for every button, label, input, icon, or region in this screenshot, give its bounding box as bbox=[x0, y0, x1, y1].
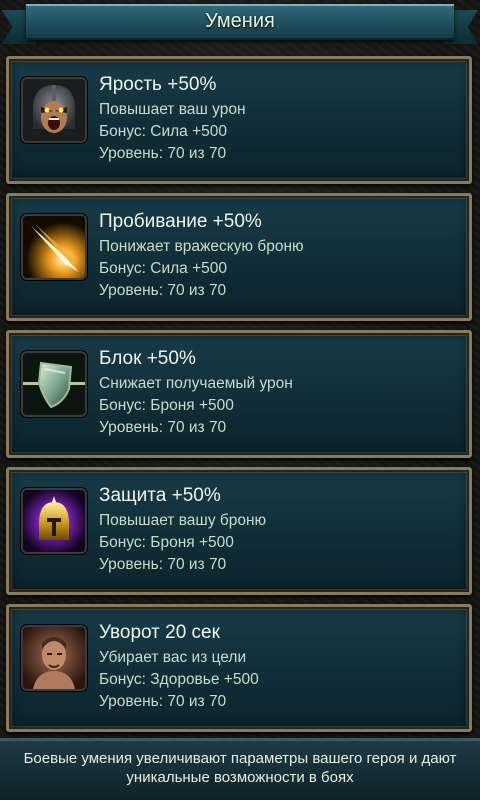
skill-description: Убирает вас из цели bbox=[99, 649, 247, 666]
skill-level: Уровень: 70 из 70 bbox=[99, 419, 227, 436]
skill-description: Понижает вражескую броню bbox=[99, 238, 304, 255]
skill-name: Ярость +50% bbox=[99, 74, 217, 95]
skill-card-defense[interactable]: Защита +50% Повышает вашу броню Бонус: Б… bbox=[6, 467, 472, 595]
skill-name: Защита +50% bbox=[99, 485, 221, 506]
skill-bonus: Бонус: Броня +500 bbox=[99, 397, 234, 414]
skill-card-dodge[interactable]: Уворот 20 сек Убирает вас из цели Бонус:… bbox=[6, 604, 472, 732]
info-footer: Боевые умения увеличивают параметры ваше… bbox=[0, 738, 480, 800]
pierce-spear-icon bbox=[21, 214, 87, 280]
skill-card-pierce[interactable]: Пробивание +50% Понижает вражескую броню… bbox=[6, 193, 472, 321]
skill-description: Снижает получаемый урон bbox=[99, 375, 293, 392]
skill-name: Блок +50% bbox=[99, 348, 196, 369]
skill-level: Уровень: 70 из 70 bbox=[99, 282, 227, 299]
skill-card-block[interactable]: Блок +50% Снижает получаемый урон Бонус:… bbox=[6, 330, 472, 458]
skill-level: Уровень: 70 из 70 bbox=[99, 145, 227, 162]
golden-helmet-icon bbox=[21, 488, 87, 554]
footer-message: Боевые умения увеличивают параметры ваше… bbox=[23, 750, 457, 786]
skill-level: Уровень: 70 из 70 bbox=[99, 693, 227, 710]
skill-bonus: Бонус: Здоровье +500 bbox=[99, 671, 259, 688]
skill-name: Уворот 20 сек bbox=[99, 622, 220, 643]
skill-description: Повышает вашу броню bbox=[99, 512, 267, 529]
shield-icon bbox=[21, 351, 87, 417]
skill-bonus: Бонус: Броня +500 bbox=[99, 534, 234, 551]
hero-portrait-icon bbox=[21, 625, 87, 691]
skill-bonus: Бонус: Сила +500 bbox=[99, 123, 228, 140]
skill-card-rage[interactable]: Ярость +50% Повышает ваш урон Бонус: Сил… bbox=[6, 56, 472, 184]
header-banner: Умения bbox=[0, 0, 480, 48]
skill-name: Пробивание +50% bbox=[99, 211, 262, 232]
skill-level: Уровень: 70 из 70 bbox=[99, 556, 227, 573]
skill-description: Повышает ваш урон bbox=[99, 101, 246, 118]
skill-bonus: Бонус: Сила +500 bbox=[99, 260, 228, 277]
page-title: Умения bbox=[205, 10, 275, 32]
rage-helmet-icon bbox=[21, 77, 87, 143]
